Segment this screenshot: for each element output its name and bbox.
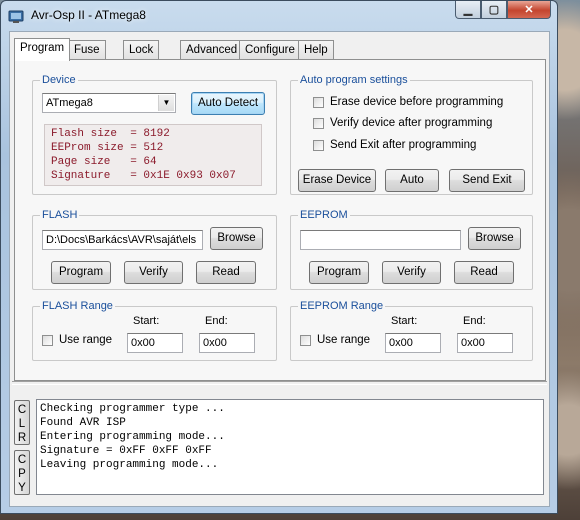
verify-after-checkbox[interactable]: Verify device after programming — [313, 117, 492, 129]
info-page-size: Page size = 64 — [51, 156, 157, 168]
flash-read-button[interactable]: Read — [196, 261, 256, 284]
eeprom-read-button[interactable]: Read — [454, 261, 514, 284]
info-signature: Signature = 0x1E 0x93 0x07 — [51, 170, 236, 182]
minimize-icon: ▁ — [463, 4, 473, 16]
close-icon: ✕ — [524, 4, 534, 16]
checkbox-box[interactable] — [313, 139, 324, 151]
send-exit-button[interactable]: Send Exit — [449, 169, 525, 192]
eeprom-end-input[interactable]: 0x00 — [457, 333, 513, 353]
log-line: Signature = 0xFF 0xFF 0xFF — [40, 445, 212, 457]
app-window: Avr-Osp II - ATmega8 ▁ ▢ ✕ Program Fuse … — [0, 0, 558, 514]
eeprom-group-label: EEPROM — [298, 208, 350, 222]
eeprom-range-group-label: EEPROM Range — [298, 299, 386, 313]
clr-letter: R — [17, 432, 27, 444]
flash-end-label: End: — [205, 315, 228, 327]
maximize-button[interactable]: ▢ — [481, 1, 507, 19]
erase-device-button[interactable]: Erase Device — [298, 169, 376, 192]
info-eeprom-size: EEProm size = 512 — [51, 142, 164, 154]
close-button[interactable]: ✕ — [507, 1, 551, 19]
client-area: Program Fuse Bits Lock Bits Advanced Con… — [9, 31, 550, 507]
copy-log-button[interactable]: C P Y — [14, 450, 30, 495]
flash-use-range-checkbox[interactable]: Use range — [42, 334, 112, 346]
clr-letter: L — [18, 418, 26, 430]
device-info-box: Flash size = 8192 EEProm size = 512 Page… — [44, 124, 262, 186]
device-select[interactable]: ATmega8 ▼ — [42, 93, 176, 113]
send-exit-checkbox[interactable]: Send Exit after programming — [313, 139, 476, 151]
device-group-label: Device — [40, 73, 78, 87]
log-line: Leaving programming mode... — [40, 459, 219, 471]
device-select-value: ATmega8 — [46, 97, 93, 109]
maximize-icon: ▢ — [488, 4, 500, 16]
log-output[interactable]: Checking programmer type ... Found AVR I… — [36, 399, 544, 495]
tab-lock-bits[interactable]: Lock Bits — [123, 40, 160, 74]
tab-program[interactable]: Program — [14, 38, 71, 61]
send-exit-label: Send Exit after programming — [330, 139, 477, 151]
splitter[interactable] — [12, 381, 547, 385]
info-flash-size: Flash size = 8192 — [51, 128, 170, 140]
cpy-letter: Y — [18, 482, 26, 494]
flash-group-label: FLASH — [40, 208, 80, 222]
flash-use-range-label: Use range — [59, 334, 113, 346]
tab-fuse-bits[interactable]: Fuse Bits — [68, 40, 106, 74]
clear-log-button[interactable]: C L R — [14, 400, 30, 445]
flash-start-input[interactable]: 0x00 — [127, 333, 183, 353]
erase-before-checkbox[interactable]: Erase device before programming — [313, 96, 503, 108]
app-icon — [8, 10, 24, 23]
eeprom-program-button[interactable]: Program — [309, 261, 369, 284]
eeprom-start-input[interactable]: 0x00 — [385, 333, 441, 353]
eeprom-verify-button[interactable]: Verify — [382, 261, 441, 284]
cpy-letter: C — [17, 454, 27, 466]
flash-range-group-label: FLASH Range — [40, 299, 115, 313]
checkbox-box[interactable] — [300, 334, 311, 346]
checkbox-box[interactable] — [42, 334, 53, 346]
tab-advanced[interactable]: Advanced — [180, 40, 244, 60]
log-line: Checking programmer type ... — [40, 403, 225, 415]
flash-end-input[interactable]: 0x00 — [199, 333, 255, 353]
chevron-down-icon[interactable]: ▼ — [158, 95, 174, 111]
auto-detect-button[interactable]: Auto Detect — [191, 92, 265, 115]
flash-program-button[interactable]: Program — [51, 261, 111, 284]
auto-button[interactable]: Auto — [385, 169, 439, 192]
minimize-button[interactable]: ▁ — [455, 1, 481, 19]
checkbox-box[interactable] — [313, 117, 324, 129]
eeprom-end-label: End: — [463, 315, 486, 327]
erase-before-label: Erase device before programming — [330, 96, 504, 108]
log-line: Entering programming mode... — [40, 431, 225, 443]
tab-configure[interactable]: Configure — [239, 40, 301, 60]
eeprom-use-range-checkbox[interactable]: Use range — [300, 334, 370, 346]
eeprom-use-range-label: Use range — [317, 334, 371, 346]
flash-start-label: Start: — [133, 315, 160, 327]
flash-file-input[interactable]: D:\Docs\Barkács\AVR\saját\els — [42, 230, 203, 250]
tab-help[interactable]: Help — [298, 40, 334, 60]
flash-verify-button[interactable]: Verify — [124, 261, 183, 284]
flash-browse-button[interactable]: Browse — [210, 227, 263, 250]
verify-after-label: Verify device after programming — [330, 117, 493, 129]
window-title: Avr-Osp II - ATmega8 — [31, 8, 146, 22]
eeprom-file-input[interactable] — [300, 230, 461, 250]
title-bar[interactable]: Avr-Osp II - ATmega8 ▁ ▢ ✕ — [1, 1, 557, 31]
clr-letter: C — [17, 404, 27, 416]
checkbox-box[interactable] — [313, 96, 324, 108]
eeprom-browse-button[interactable]: Browse — [468, 227, 521, 250]
log-line: Found AVR ISP — [40, 417, 126, 429]
cpy-letter: P — [18, 468, 26, 480]
eeprom-start-label: Start: — [391, 315, 418, 327]
auto-program-group-label: Auto program settings — [298, 73, 410, 87]
